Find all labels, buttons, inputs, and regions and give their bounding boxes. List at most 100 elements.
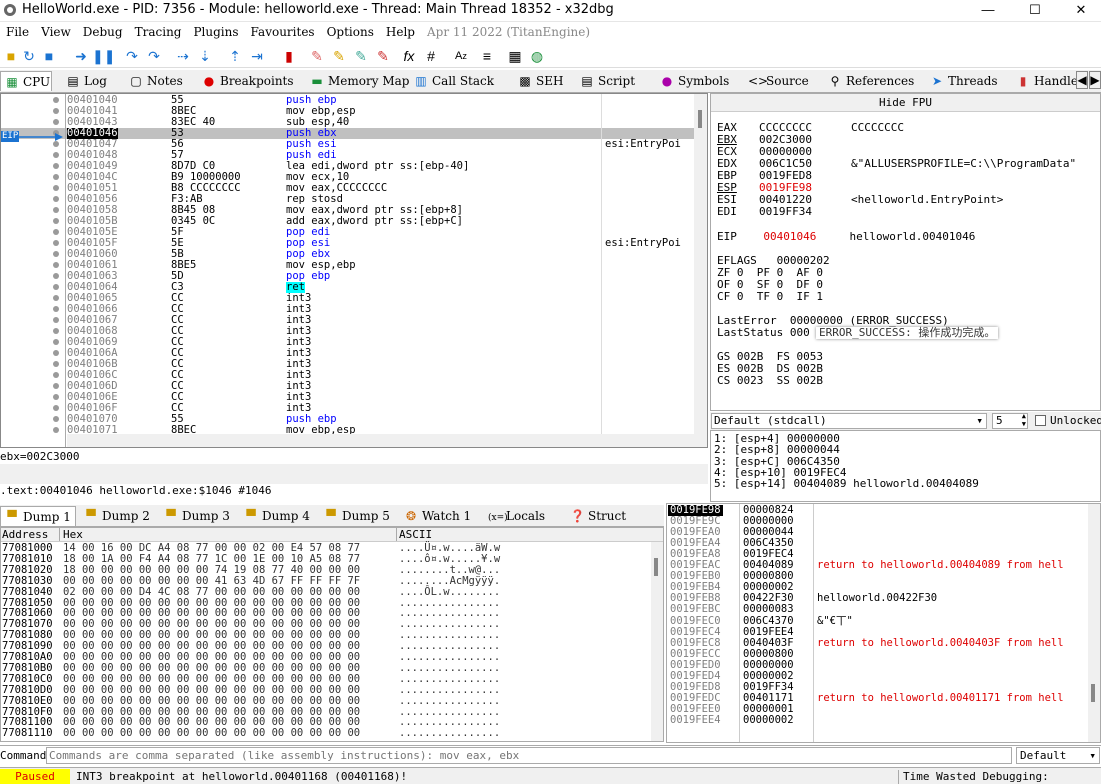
menu-plugins[interactable]: Plugins [187, 22, 244, 39]
dump-row[interactable]: 770810C0 00 00 00 00 00 00 00 00 00 00 00… [1, 673, 661, 685]
menu-debug[interactable]: Debug [77, 22, 129, 39]
menu-view[interactable]: View [35, 22, 77, 39]
run-icon[interactable]: ➜ [72, 47, 90, 65]
breakpoint-dot-icon[interactable] [53, 262, 59, 268]
stepper-arrows-icon[interactable]: ▲ ▼ [1022, 412, 1026, 428]
calculator-icon[interactable]: ▦ [506, 47, 524, 65]
stack-row[interactable]: 0019FE9C 00000000 [667, 516, 1097, 527]
disasm-hscrollbar[interactable] [67, 434, 694, 447]
stack-row[interactable]: 0019FEC0 006C4370 &"€丅" [667, 615, 1097, 627]
tab-seh[interactable]: ▩ SEH [518, 71, 563, 91]
breakpoint-dot-icon[interactable] [53, 317, 59, 323]
tab-cpu[interactable]: ▦ CPU [0, 71, 52, 91]
tab-memory-map[interactable]: ▬ Memory Map [310, 71, 409, 91]
stop-icon[interactable]: ■ [40, 47, 58, 65]
menu-tracing[interactable]: Tracing [129, 22, 188, 39]
stack-row[interactable]: 0019FEE0 00000001 [667, 703, 1097, 715]
tab-dump-3[interactable]: ▀ Dump 3 [164, 506, 229, 526]
tab-notes[interactable]: ▢ Notes [129, 71, 182, 91]
tab-locals[interactable]: (x=)Locals [488, 506, 545, 526]
dump-scroll-thumb[interactable] [654, 558, 658, 576]
tab-watch-1[interactable]: ❂ Watch 1 [404, 506, 471, 526]
breakpoint-dot-icon[interactable] [53, 196, 59, 202]
dump-row[interactable]: 77081030 00 00 00 00 00 00 00 00 41 63 4D… [1, 575, 661, 587]
segment-row[interactable]: CS 0023 SS 002B [717, 375, 823, 387]
minimize-button[interactable]: — [965, 0, 1011, 22]
tab-handles[interactable]: ▮ Handle [1016, 71, 1076, 91]
breakpoint-dot-icon[interactable] [53, 284, 59, 290]
breakpoint-toggle-icon[interactable]: ▮ [280, 47, 298, 65]
breakpoint-dot-icon[interactable] [53, 350, 59, 356]
breakpoint-dot-icon[interactable] [53, 207, 59, 213]
breakpoint-dot-icon[interactable] [53, 251, 59, 257]
breakpoint-dot-icon[interactable] [53, 119, 59, 125]
trace-over-icon[interactable]: ⇣ [196, 47, 214, 65]
tab-log[interactable]: ▤ Log [66, 71, 107, 91]
bookmark-icon[interactable]: ✎ [374, 47, 392, 65]
stack-row[interactable]: 0019FEB0 00000800 [667, 571, 1097, 582]
stack-row[interactable]: 0019FE98 00000824 [667, 505, 1097, 516]
dump-row[interactable]: 77081020 18 00 00 00 00 00 00 00 74 19 08… [1, 564, 661, 576]
breakpoint-dot-icon[interactable] [53, 372, 59, 378]
stack-row[interactable]: 0019FEA4 006C4350 [667, 538, 1097, 549]
argument-row[interactable]: 5: [esp+14] 00404089 helloworld.00404089 [714, 478, 979, 490]
flags-row[interactable]: CF 0 TF 0 IF 1 [717, 291, 823, 303]
stack-view[interactable]: 0019FE98 00000824 0019FE9C 00000000 0019FEA0… [666, 503, 1101, 743]
dump-view[interactable]: Address Hex ASCII 77081000 14 00 16 00 DC… [0, 527, 664, 742]
execute-till-return-icon[interactable]: ⇡ [226, 47, 244, 65]
step-over-icon[interactable]: ↷ [145, 47, 163, 65]
stack-row[interactable]: 0019FEDC 00401171 return to helloworld.004… [667, 692, 1097, 704]
open-folder-icon[interactable]: ■ [2, 47, 20, 65]
breakpoint-dot-icon[interactable] [53, 218, 59, 224]
menu-help[interactable]: Help [380, 22, 421, 39]
stack-row[interactable]: 0019FEE4 00000002 [667, 714, 1097, 726]
dump-row[interactable]: 77081110 00 00 00 00 00 00 00 00 00 00 00… [1, 728, 661, 739]
breakpoint-dot-icon[interactable] [53, 383, 59, 389]
disasm-scrollbar[interactable] [694, 94, 707, 447]
tab-threads[interactable]: ➤ Threads [930, 71, 998, 91]
breakpoint-dot-icon[interactable] [53, 361, 59, 367]
breakpoint-dot-icon[interactable] [53, 273, 59, 279]
stack-row[interactable]: 0019FED0 00000000 [667, 659, 1097, 671]
command-mode-select[interactable]: Default ▾ [1016, 747, 1100, 764]
dump-row[interactable]: 770810E0 00 00 00 00 00 00 00 00 00 00 00… [1, 695, 661, 707]
breakpoint-dot-icon[interactable] [53, 295, 59, 301]
arg-count-stepper[interactable]: 5 ▲ ▼ [992, 412, 1028, 429]
breakpoint-dot-icon[interactable] [53, 427, 59, 433]
hide-fpu-button[interactable]: Hide FPU [711, 94, 1100, 112]
tab-source[interactable]: <>Source [748, 71, 809, 91]
breakpoint-dot-icon[interactable] [53, 394, 59, 400]
tab-dump-2[interactable]: ▀ Dump 2 [84, 506, 149, 526]
breakpoint-dot-icon[interactable] [53, 97, 59, 103]
trace-into-icon[interactable]: ⇢ [174, 47, 192, 65]
dump-scrollbar[interactable] [651, 542, 663, 741]
stack-row[interactable]: 0019FEAC 00404089 return to helloworld.004… [667, 560, 1097, 571]
tab-struct[interactable]: ❓ Struct [570, 506, 626, 526]
breakpoint-dot-icon[interactable] [53, 163, 59, 169]
label-icon[interactable]: ✎ [352, 47, 370, 65]
disasm-scroll-thumb[interactable] [698, 110, 702, 128]
breakpoint-dot-icon[interactable] [53, 328, 59, 334]
disassembly-view[interactable]: 00401040 55 push ebp 00401041 8BEC mov ebp,es… [0, 93, 708, 448]
tab-scroll-right[interactable]: ▶ [1089, 71, 1101, 89]
last-status[interactable]: LastStatus 000 [717, 327, 810, 339]
step-into-icon[interactable]: ↷ [123, 47, 141, 65]
breakpoint-dot-icon[interactable] [53, 306, 59, 312]
breakpoint-dot-icon[interactable] [53, 108, 59, 114]
breakpoint-dot-icon[interactable] [53, 185, 59, 191]
breakpoint-dot-icon[interactable] [53, 229, 59, 235]
stack-row[interactable]: 0019FEC4 0019FEE4 [667, 626, 1097, 638]
dump-row[interactable]: 770810D0 00 00 00 00 00 00 00 00 00 00 00… [1, 684, 661, 696]
font-size-icon[interactable]: Az [452, 47, 470, 65]
tab-script[interactable]: ▤ Script [580, 71, 635, 91]
breakpoint-dot-icon[interactable] [53, 152, 59, 158]
tab-dump-5[interactable]: ▀ Dump 5 [324, 506, 389, 526]
stack-row[interactable]: 0019FEA0 00000044 [667, 527, 1097, 538]
stack-row[interactable]: 0019FEB8 00422F30 helloworld.00422F30 [667, 593, 1097, 604]
stack-scrollbar[interactable] [1088, 504, 1100, 742]
maximize-button[interactable]: ☐ [1012, 0, 1058, 22]
breakpoint-dot-icon[interactable] [53, 339, 59, 345]
tab-scroll-left[interactable]: ◀ [1076, 71, 1088, 89]
globe-icon[interactable]: ◍ [528, 47, 546, 65]
arguments-panel[interactable]: 1: [esp+4] 00000000 2: [esp+8] 00000044 3:… [710, 430, 1101, 502]
